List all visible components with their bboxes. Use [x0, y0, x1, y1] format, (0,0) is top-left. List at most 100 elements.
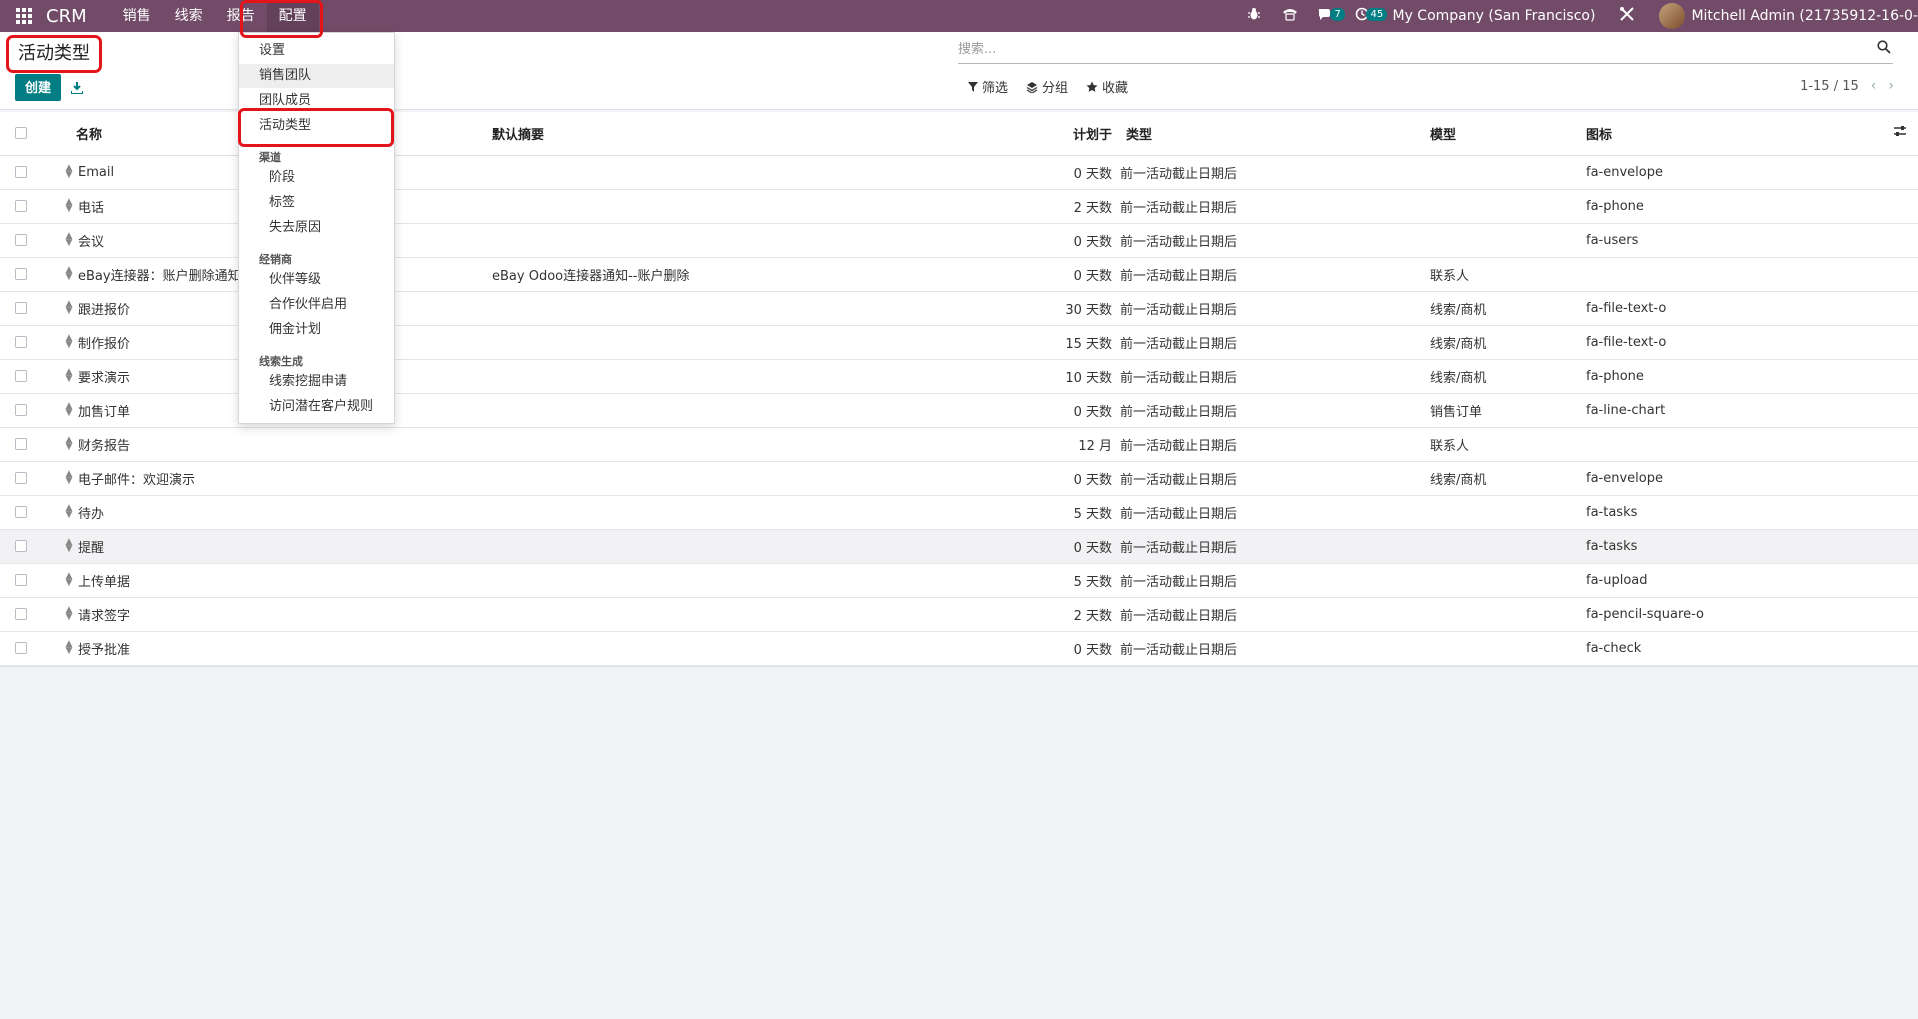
pager-value[interactable]: 1-15 / 15 [1800, 79, 1859, 94]
row-checkbox[interactable] [15, 302, 27, 314]
menu-item-partner-activation[interactable]: 合作伙伴启用 [239, 293, 394, 317]
table-row[interactable]: ▲ ▼ 财务报告 12 月前一活动截止日期后 联系人 [0, 427, 1918, 462]
main-menu: 销售 线索 报告 配置 [111, 0, 319, 32]
cell-type: 前一活动截止日期后 [1118, 427, 1430, 462]
app-menu-icon[interactable] [10, 0, 38, 32]
cell-summary [492, 631, 990, 666]
menu-item-team-members[interactable]: 团队成员 [239, 89, 394, 113]
menu-item-lost-reasons[interactable]: 失去原因 [239, 216, 394, 240]
cell-plan: 5 天数 [990, 563, 1118, 598]
drag-handle-icon[interactable]: ▲ ▼ [62, 470, 76, 486]
chevron-right-icon[interactable]: › [1888, 78, 1894, 94]
app-name[interactable]: CRM [46, 6, 87, 27]
table-row[interactable]: ▲ ▼ 提醒 0 天数 前一活动截止日期后 fa-tasks [0, 529, 1918, 564]
menu-configuration[interactable]: 配置 [266, 0, 319, 32]
drag-handle-icon[interactable]: ▲ ▼ [62, 198, 76, 214]
cell-model [1430, 495, 1586, 530]
row-checkbox[interactable] [15, 472, 27, 484]
menu-item-stages[interactable]: 阶段 [239, 166, 394, 190]
cell-summary [492, 155, 990, 190]
debug-icon[interactable] [1236, 7, 1272, 25]
tools-icon[interactable] [1609, 6, 1645, 26]
drag-handle-icon[interactable]: ▲ ▼ [62, 164, 76, 180]
favorites-button[interactable]: 收藏 [1086, 77, 1128, 96]
avatar[interactable] [1659, 3, 1686, 29]
menu-item-sales-teams[interactable]: 销售团队 [239, 64, 394, 88]
create-button[interactable]: 创建 [15, 74, 61, 101]
drag-handle-icon[interactable]: ▲ ▼ [62, 436, 76, 452]
menu-item-visitor-rules[interactable]: 访问潜在客户规则 [239, 395, 394, 419]
cell-model [1430, 563, 1586, 598]
drag-handle-icon[interactable]: ▲ ▼ [62, 402, 76, 418]
filter-icon [968, 81, 978, 92]
search-icon[interactable] [1877, 40, 1891, 58]
cell-plan: 30 天数 [990, 291, 1118, 326]
drag-handle-icon[interactable]: ▲ ▼ [62, 640, 76, 656]
drag-handle-icon[interactable]: ▲ ▼ [62, 368, 76, 384]
chat-icon[interactable]: 7 [1308, 7, 1345, 25]
drag-handle-icon[interactable]: ▲ ▼ [62, 606, 76, 622]
menu-item-partner-levels[interactable]: 伙伴等级 [239, 268, 394, 292]
table-row[interactable]: ▲ ▼ 上传单据 5 天数 前一活动截止日期后 fa-upload [0, 563, 1918, 598]
column-model[interactable]: 模型 [1430, 112, 1586, 156]
row-checkbox[interactable] [15, 234, 27, 246]
drag-handle-icon[interactable]: ▲ ▼ [62, 538, 76, 554]
menu-item-lead-mining-requests[interactable]: 线索挖掘申请 [239, 370, 394, 394]
column-type[interactable]: 类型 [1118, 112, 1430, 156]
row-checkbox[interactable] [15, 200, 27, 212]
menu-item-settings[interactable]: 设置 [239, 39, 394, 63]
cell-summary [492, 529, 990, 564]
row-checkbox[interactable] [15, 370, 27, 382]
drag-handle-icon[interactable]: ▲ ▼ [62, 504, 76, 520]
download-icon[interactable] [66, 74, 88, 101]
row-checkbox[interactable] [15, 642, 27, 654]
search-input[interactable] [958, 36, 1858, 62]
company-switcher[interactable]: My Company (San Francisco) [1392, 8, 1595, 24]
row-checkbox[interactable] [15, 166, 27, 178]
cell-plan: 0 天数 [990, 257, 1118, 292]
row-checkbox[interactable] [15, 540, 27, 552]
phone-icon[interactable] [1272, 7, 1308, 25]
row-checkbox[interactable] [15, 404, 27, 416]
row-checkbox[interactable] [15, 438, 27, 450]
cell-plan: 0 天数 [990, 631, 1118, 666]
drag-handle-icon[interactable]: ▲ ▼ [62, 300, 76, 316]
row-checkbox[interactable] [15, 268, 27, 280]
drag-handle-icon[interactable]: ▲ ▼ [62, 572, 76, 588]
column-icon[interactable]: 图标 [1586, 112, 1892, 156]
drag-handle-icon[interactable]: ▲ ▼ [62, 266, 76, 282]
table-row[interactable]: ▲ ▼ 请求签字 2 天数 前一活动截止日期后 fa-pencil-square-o [0, 597, 1918, 632]
cell-type: 前一活动截止日期后 [1118, 155, 1430, 190]
column-summary[interactable]: 默认摘要 [492, 112, 990, 156]
column-plan[interactable]: 计划于 [990, 112, 1118, 156]
filter-button[interactable]: 筛选 [968, 77, 1008, 96]
drag-handle-icon[interactable]: ▲ ▼ [62, 334, 76, 350]
cell-summary [492, 427, 990, 462]
filter-label: 筛选 [982, 81, 1009, 96]
star-icon [1086, 81, 1098, 92]
group-by-button[interactable]: 分组 [1026, 77, 1068, 96]
menu-reporting[interactable]: 报告 [215, 0, 267, 32]
select-all-checkbox[interactable] [15, 127, 27, 140]
activity-clock-icon[interactable]: 45 [1344, 7, 1388, 25]
cell-icon: fa-file-text-o [1586, 325, 1892, 360]
search-bar [958, 36, 1893, 64]
menu-item-activity-types[interactable]: 活动类型 [239, 114, 394, 138]
menu-sales[interactable]: 销售 [111, 0, 163, 32]
cell-type: 前一活动截止日期后 [1118, 597, 1430, 632]
row-checkbox[interactable] [15, 506, 27, 518]
user-menu[interactable]: Mitchell Admin (21735912-16-0- [1691, 8, 1918, 24]
table-row[interactable]: ▲ ▼ 电子邮件：欢迎演示 0 天数 前一活动截止日期后 线索/商机 fa-envelope [0, 461, 1918, 496]
chevron-left-icon[interactable]: ‹ [1871, 78, 1877, 94]
row-checkbox[interactable] [15, 574, 27, 586]
cell-type: 前一活动截止日期后 [1118, 393, 1430, 428]
row-checkbox[interactable] [15, 608, 27, 620]
menu-leads[interactable]: 线索 [163, 0, 215, 32]
menu-item-commission-plans[interactable]: 佣金计划 [239, 318, 394, 342]
table-row[interactable]: ▲ ▼ 待办 5 天数 前一活动截止日期后 fa-tasks [0, 495, 1918, 530]
table-row[interactable]: ▲ ▼ 授予批准 0 天数 前一活动截止日期后 fa-check [0, 631, 1918, 666]
drag-handle-icon[interactable]: ▲ ▼ [62, 232, 76, 248]
menu-item-tags[interactable]: 标签 [239, 191, 394, 215]
row-checkbox[interactable] [15, 336, 27, 348]
optional-columns-icon[interactable] [1892, 112, 1918, 156]
